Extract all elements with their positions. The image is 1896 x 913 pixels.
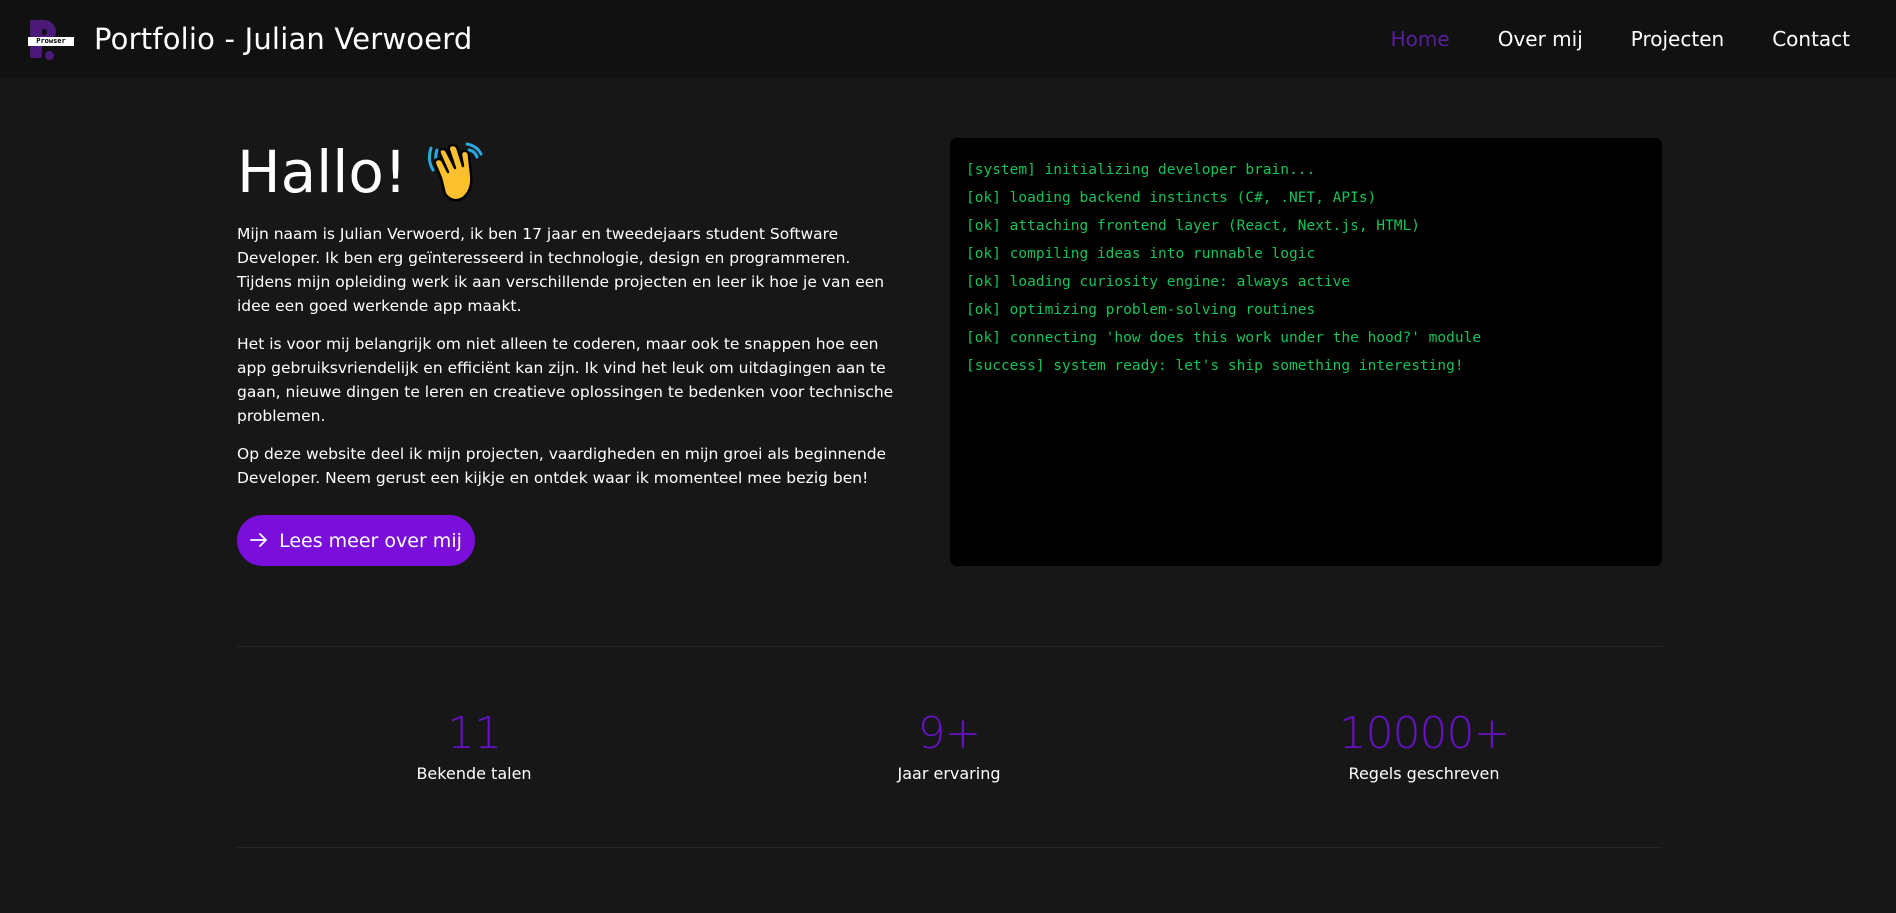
navbar: Prowser Portfolio - Julian Verwoerd Home… <box>0 0 1896 78</box>
intro-paragraph-1: Mijn naam is Julian Verwoerd, ik ben 17 … <box>237 225 885 315</box>
nav-over-mij[interactable]: Over mij <box>1498 27 1583 51</box>
stat-value: 11 <box>447 708 502 759</box>
hero-heading: Hallo! <box>237 136 897 208</box>
stat-value: 9+ <box>917 708 982 759</box>
section-divider <box>237 646 1662 647</box>
terminal-line: [ok] loading curiosity engine: always ac… <box>966 274 1351 290</box>
intro-paragraph-3: Op deze website deel ik mijn projecten, … <box>237 445 887 487</box>
arrow-right-icon <box>250 529 268 553</box>
brand[interactable]: Prowser Portfolio - Julian Verwoerd <box>28 15 473 63</box>
terminal-window: [system] initializing developer brain...… <box>950 138 1662 566</box>
read-more-button[interactable]: Lees meer over mij <box>237 515 475 566</box>
terminal-line: [ok] compiling ideas into runnable logic <box>966 246 1316 262</box>
terminal-line: [ok] optimizing problem-solving routines <box>966 302 1316 318</box>
nav-home[interactable]: Home <box>1391 27 1450 51</box>
nav-projecten[interactable]: Projecten <box>1631 27 1724 51</box>
nav-contact[interactable]: Contact <box>1772 27 1850 51</box>
terminal-line: [ok] loading backend instincts (C#, .NET… <box>966 190 1377 206</box>
stat-label: Bekende talen <box>416 764 532 783</box>
intro-section: Hallo! Mijn naam is Julian Verwoerd, ik … <box>237 136 897 490</box>
logo-text: Prowser <box>28 37 74 46</box>
terminal-line: [ok] connecting 'how does this work unde… <box>966 330 1482 346</box>
stat-value: 10000+ <box>1338 708 1511 759</box>
site-title[interactable]: Portfolio - Julian Verwoerd <box>94 22 473 56</box>
hero-title: Hallo! <box>237 138 408 206</box>
main-nav: Home Over mij Projecten Contact <box>1343 0 1850 78</box>
terminal-line: [success] system ready: let's ship somet… <box>966 358 1464 374</box>
intro-paragraph-2: Het is voor mij belangrijk om niet allee… <box>237 335 894 425</box>
stat-lines-written: 10000+ Regels geschreven <box>1274 706 1574 783</box>
read-more-label: Lees meer over mij <box>279 529 462 552</box>
terminal-line: [ok] attaching frontend layer (React, Ne… <box>966 218 1420 234</box>
stat-known-languages: 11 Bekende talen <box>324 706 624 783</box>
stat-label: Regels geschreven <box>1348 764 1500 783</box>
section-divider <box>237 847 1662 848</box>
logo[interactable]: Prowser <box>28 15 76 63</box>
stat-label: Jaar ervaring <box>897 764 1001 783</box>
terminal-line: [system] initializing developer brain... <box>966 162 1316 178</box>
stat-years-experience: 9+ Jaar ervaring <box>799 706 1099 783</box>
waving-hand-icon <box>427 140 487 204</box>
